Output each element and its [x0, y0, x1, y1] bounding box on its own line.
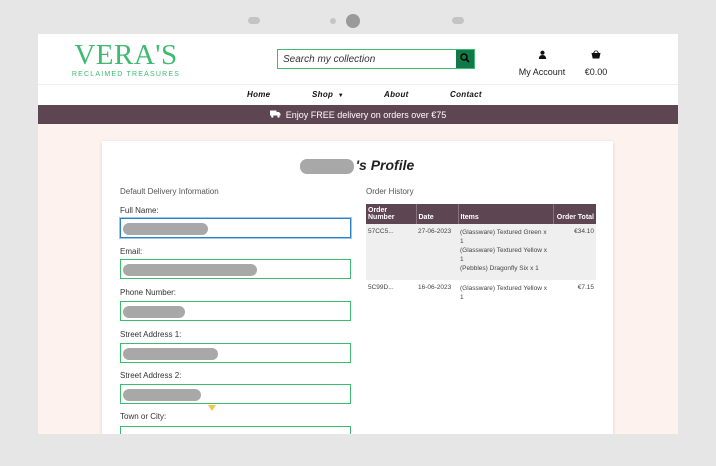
redacted-street-address-1	[123, 348, 218, 360]
table-row: 5C99D... 16-06-2023 (Glassware) Textured…	[366, 280, 596, 306]
device-sensor-right	[452, 17, 464, 24]
caret-down-icon: ▼	[337, 93, 344, 99]
order-history-table: Order Number Date Items Order Total 57CC…	[366, 204, 596, 306]
column-header-order-number: Order Number	[366, 204, 416, 224]
device-camera	[346, 14, 360, 28]
email-label: Email:	[120, 247, 143, 256]
search-form	[277, 49, 475, 69]
site-header: VERA'S RECLAIMED TREASURES My Account	[38, 34, 678, 84]
nav-home[interactable]: Home	[247, 90, 270, 99]
my-account-label: My Account	[518, 67, 566, 77]
order-item: (Pebbles) Dragonfly Six x 1	[460, 265, 539, 272]
my-account-link[interactable]: My Account	[515, 46, 569, 77]
page-title-suffix: 's Profile	[355, 157, 415, 173]
street-address-1-label: Street Address 1:	[120, 330, 182, 339]
truck-icon	[269, 110, 286, 120]
profile-card: 's Profile Default Delivery Information …	[102, 141, 613, 434]
search-icon	[460, 50, 470, 68]
logo-title: VERA'S	[74, 39, 178, 71]
redacted-full-name	[123, 223, 208, 235]
street-address-2-label: Street Address 2:	[120, 371, 182, 380]
nav-about[interactable]: About	[384, 90, 409, 99]
order-item: (Glassware) Textured Green x 1	[460, 229, 547, 245]
town-or-city-field[interactable]	[120, 426, 351, 434]
redacted-username	[300, 159, 354, 174]
page-title: 's Profile	[102, 157, 613, 173]
user-icon	[538, 46, 547, 63]
column-header-items: Items	[457, 204, 553, 224]
order-history-heading: Order History	[366, 187, 414, 196]
browser-viewport: VERA'S RECLAIMED TREASURES My Account	[38, 34, 678, 434]
device-frame: VERA'S RECLAIMED TREASURES My Account	[0, 0, 716, 466]
redacted-email	[123, 264, 257, 276]
logo-subtitle: RECLAIMED TREASURES	[71, 71, 181, 78]
nav-shop-label: Shop	[312, 90, 334, 99]
order-total: €34.10	[553, 224, 596, 280]
order-number-link[interactable]: 57CC5...	[366, 224, 416, 280]
main-nav: Home Shop ▼ About Contact	[38, 84, 678, 105]
search-button[interactable]	[456, 50, 474, 68]
site-logo[interactable]: VERA'S RECLAIMED TREASURES	[71, 39, 181, 79]
delivery-info-heading: Default Delivery Information	[120, 187, 219, 196]
order-total: €7.15	[577, 284, 594, 291]
sparkle-icon	[208, 405, 216, 411]
order-items: (Glassware) Textured Yellow x 1	[458, 280, 553, 306]
order-date: 27-06-2023	[416, 224, 458, 280]
column-header-date: Date	[415, 204, 458, 224]
basket-icon	[591, 46, 601, 63]
cart-total: €0.00	[584, 67, 608, 77]
column-header-order-total: Order Total	[552, 204, 596, 224]
nav-contact[interactable]: Contact	[450, 90, 482, 99]
device-sensor-left	[248, 17, 260, 24]
order-items: (Glassware) Textured Green x 1 (Glasswar…	[458, 224, 553, 280]
redacted-phone-number	[123, 306, 185, 318]
table-header-row: Order Number Date Items Order Total	[366, 204, 596, 224]
redacted-street-address-2	[123, 389, 201, 401]
full-name-label: Full Name:	[120, 206, 159, 215]
order-item: (Glassware) Textured Yellow x 1	[460, 247, 547, 263]
cart-link[interactable]: €0.00	[580, 46, 612, 77]
order-item: (Glassware) Textured Yellow x 1	[460, 285, 547, 301]
delivery-banner: Enjoy FREE delivery on orders over €75	[38, 105, 678, 124]
delivery-banner-text: Enjoy FREE delivery on orders over €75	[285, 109, 447, 120]
search-input[interactable]	[278, 50, 457, 68]
device-sensor-dot	[330, 18, 336, 24]
table-row: 57CC5... 27-06-2023 (Glassware) Textured…	[366, 224, 596, 280]
phone-number-label: Phone Number:	[120, 288, 177, 297]
order-date: 16-06-2023	[418, 284, 452, 291]
nav-shop[interactable]: Shop ▼	[312, 90, 344, 99]
order-number-link[interactable]: 5C99D...	[366, 280, 416, 306]
town-or-city-label: Town or City:	[120, 412, 167, 421]
